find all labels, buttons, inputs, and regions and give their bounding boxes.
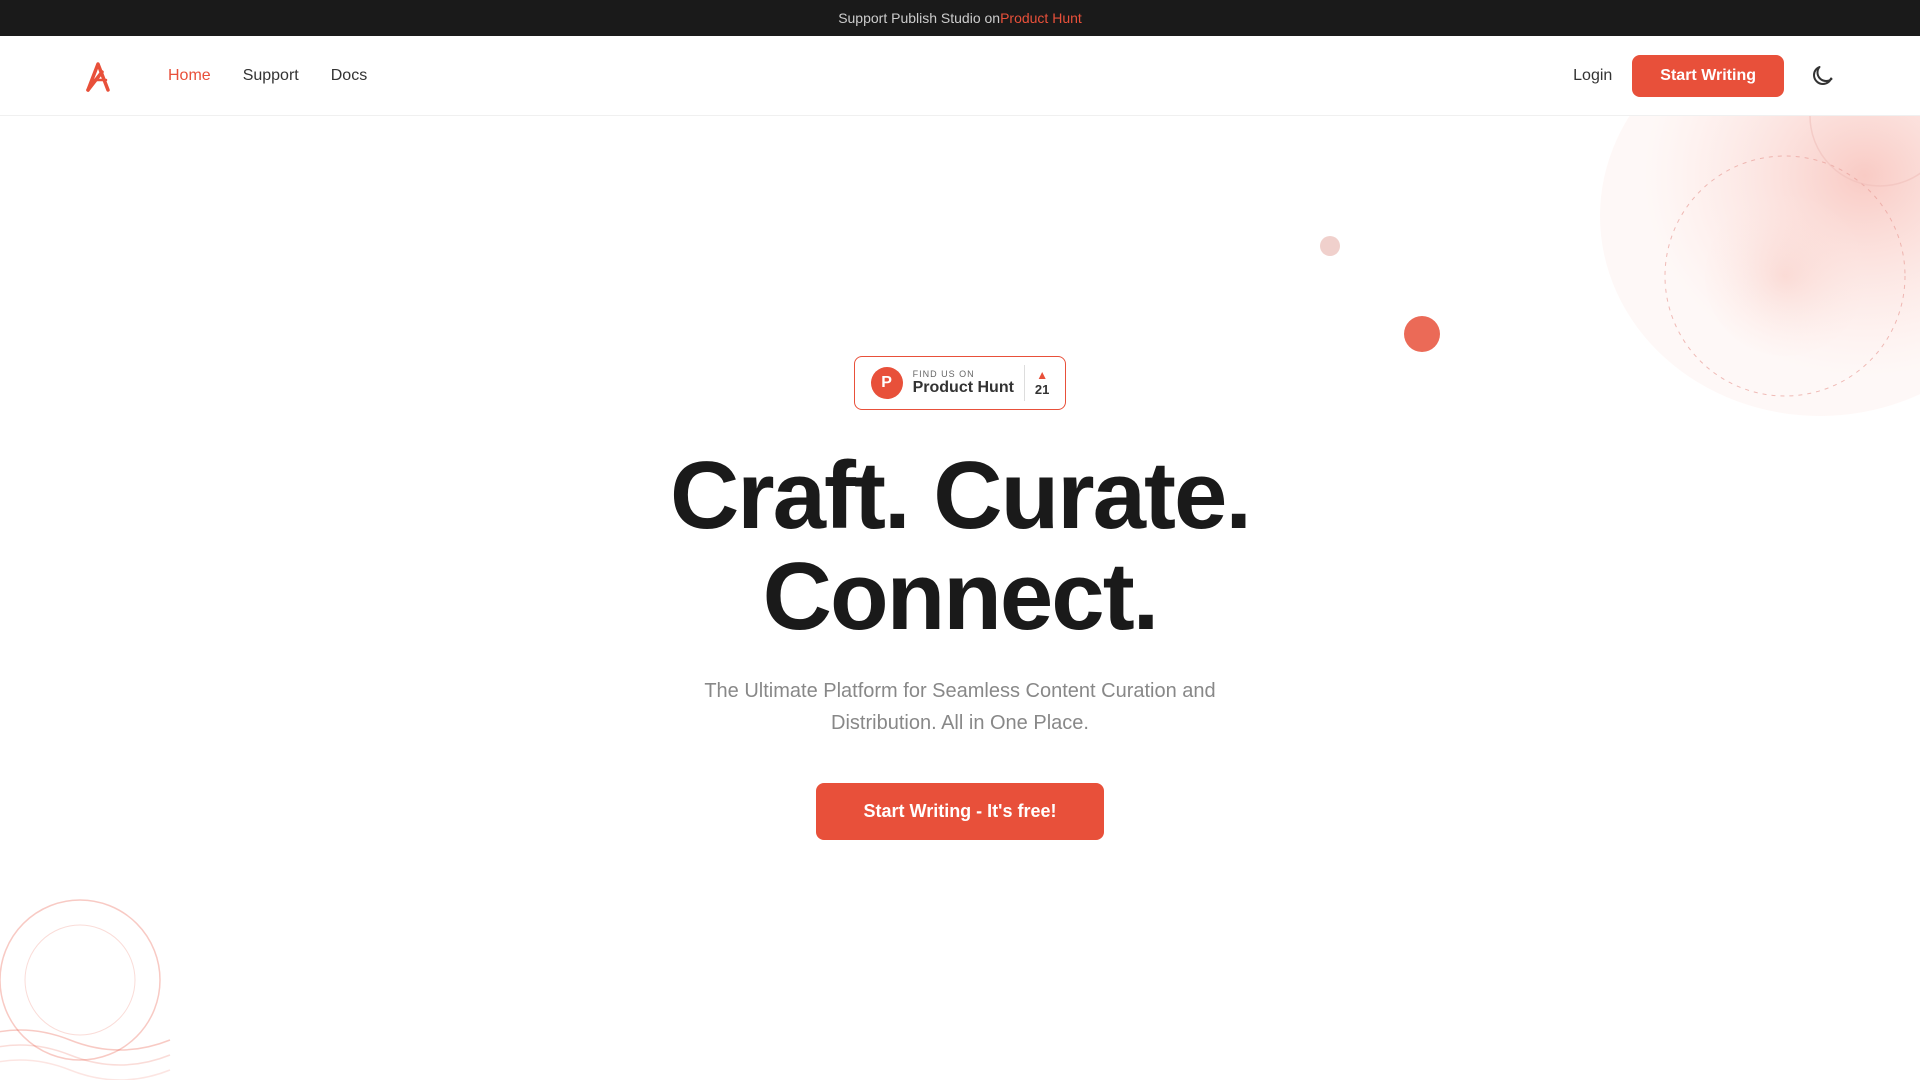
blob-top-right <box>1500 116 1920 556</box>
ph-upvote-count: 21 <box>1035 382 1049 397</box>
nav-support[interactable]: Support <box>243 67 299 85</box>
banner-link[interactable]: Product Hunt <box>1000 10 1082 26</box>
login-button[interactable]: Login <box>1573 67 1612 85</box>
headline-line2: Connect. <box>763 543 1158 650</box>
nav-left: Home Support Docs <box>80 56 367 96</box>
start-writing-button[interactable]: Start Writing <box>1632 55 1784 97</box>
dark-mode-toggle[interactable] <box>1804 58 1840 94</box>
ph-logo-icon: P <box>871 367 903 399</box>
hero-headline: Craft. Curate. Connect. <box>670 446 1250 648</box>
moon-icon <box>1811 65 1833 87</box>
ph-product-hunt-text: Product Hunt <box>913 379 1014 397</box>
nav-right: Login Start Writing <box>1573 55 1840 97</box>
nav-links: Home Support Docs <box>168 67 367 85</box>
nav-home[interactable]: Home <box>168 67 211 85</box>
ph-upvote-arrow: ▲ <box>1036 368 1048 382</box>
ph-find-us-text: FIND US ON <box>913 369 975 379</box>
ph-text-group: FIND US ON Product Hunt <box>913 369 1014 397</box>
hero-subtext: The Ultimate Platform for Seamless Conte… <box>660 675 1260 739</box>
ph-upvote-section: ▲ 21 <box>1035 368 1049 397</box>
decorative-dot-mid <box>1404 316 1440 352</box>
logo-icon <box>80 56 120 96</box>
logo[interactable] <box>80 56 120 96</box>
hero-content: P FIND US ON Product Hunt ▲ 21 Craft. Cu… <box>660 356 1260 841</box>
top-banner: Support Publish Studio on Product Hunt <box>0 0 1920 36</box>
blob-bottom-left <box>0 840 220 1080</box>
decorative-dot-top <box>1320 236 1340 256</box>
headline-line1: Craft. Curate. <box>670 442 1250 549</box>
hero-cta-button[interactable]: Start Writing - It's free! <box>816 783 1105 840</box>
ph-divider <box>1024 365 1025 401</box>
product-hunt-badge[interactable]: P FIND US ON Product Hunt ▲ 21 <box>854 356 1067 410</box>
banner-text: Support Publish Studio on <box>838 10 1000 26</box>
hero-section: P FIND US ON Product Hunt ▲ 21 Craft. Cu… <box>0 116 1920 1080</box>
navbar: Home Support Docs Login Start Writing <box>0 36 1920 116</box>
nav-docs[interactable]: Docs <box>331 67 367 85</box>
